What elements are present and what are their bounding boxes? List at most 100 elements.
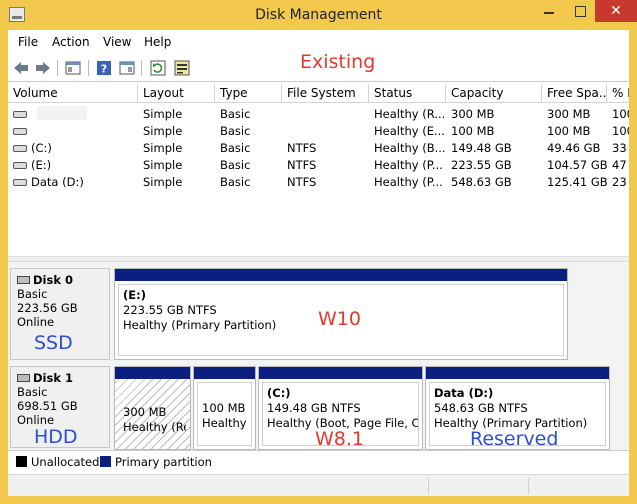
cell-type: Basic [220,175,251,189]
disk-type: Basic [17,287,48,301]
column-free-space[interactable]: Free Spa... [542,84,607,103]
cell-file-system: NTFS [287,158,317,172]
cell-status: Healthy (P... [374,158,443,172]
status-cell [528,478,529,494]
cell-free-space: 100 MB [547,124,591,138]
column-percent-free[interactable]: % F [607,84,629,103]
cell-free-space: 104.57 GB [547,158,607,172]
cell-capacity: 100 MB [451,124,495,138]
cell-status: Healthy (P... [374,175,443,189]
partition-bar [426,367,609,379]
column-status[interactable]: Status [369,84,446,103]
legend-unallocated: Unallocated [31,455,100,469]
column-layout[interactable]: Layout [138,84,215,103]
graphical-disk-view: Disk 0 Basic 223.56 GB Online SSD (E:) 2… [8,262,629,450]
annotation-hdd: HDD [34,426,78,448]
partition-body: 100 MB Healthy ( [197,382,252,446]
status-bar [8,474,629,496]
partition-bar [259,367,422,379]
column-type[interactable]: Type [215,84,282,103]
partition-title: Data (D:) [434,386,494,400]
cell-type: Basic [220,158,251,172]
toolbar-separator [88,60,89,76]
client-area: File Action View Help ? Existing Volume … [8,30,629,496]
disk-state: Online [17,315,55,329]
annotation-existing: Existing [300,51,376,73]
menu-file[interactable]: File [18,35,38,49]
toolbar-separator [57,60,58,76]
partition-bar [115,269,567,281]
annotation-w81: W8.1 [315,428,365,450]
legend-primary-partition: Primary partition [115,455,212,469]
cell-capacity: 149.48 GB [451,141,512,155]
disk-name: Disk 1 [33,371,73,385]
partition-size: 100 MB [202,401,246,415]
title-bar[interactable]: Disk Management ✕ [0,0,637,30]
close-button[interactable]: ✕ [595,0,637,22]
menu-help[interactable]: Help [144,35,171,49]
menu-action[interactable]: Action [52,35,90,49]
volume-list-header: Volume Layout Type File System Status Ca… [8,84,629,103]
cell-status: Healthy (E... [374,124,445,138]
back-arrow-icon[interactable] [12,59,30,77]
cell-layout: Simple [143,175,183,189]
disk-settings-icon[interactable] [173,59,191,77]
volume-icon [13,162,27,169]
table-row[interactable]: Simple Basic Healthy (E... 100 MB 100 MB… [8,123,629,140]
cell-status: Healthy (R... [374,107,446,121]
cell-layout: Simple [143,141,183,155]
disk-size: 223.56 GB [17,301,78,315]
cell-file-system: NTFS [287,141,317,155]
cell-free-space: 125.41 GB [547,175,607,189]
maximize-button[interactable] [566,0,594,22]
cell-type: Basic [220,107,251,121]
properties-pane-icon[interactable] [118,59,136,77]
partition-size: 300 MB [123,405,167,419]
cell-type: Basic [220,141,251,155]
show-hide-console-tree-icon[interactable] [64,59,82,77]
annotation-reserved: Reserved [470,428,559,450]
table-row[interactable]: Data (D:) Simple Basic NTFS Healthy (P..… [8,174,629,191]
partition-status: Healthy (Rec [123,420,186,434]
cell-percent-free: 100 [612,107,629,121]
cell-file-system: NTFS [287,175,317,189]
partition-efi[interactable]: 100 MB Healthy ( [193,366,256,450]
volume-list: Volume Layout Type File System Status Ca… [8,84,629,280]
cell-file-system [282,106,369,123]
column-capacity[interactable]: Capacity [446,84,542,103]
cell-type: Basic [220,124,251,138]
cell-volume: (E:) [8,157,138,174]
menu-view[interactable]: View [103,35,131,49]
annotation-ssd: SSD [34,332,73,354]
partition-size: 149.48 GB NTFS [267,401,361,415]
table-row[interactable]: (E:) Simple Basic NTFS Healthy (P... 223… [8,157,629,174]
cell-volume: Data (D:) [8,174,138,191]
toolbar: ? Existing [8,51,629,82]
cell-free-space: 300 MB [547,107,591,121]
primary-partition-swatch [100,456,111,467]
volume-name-placeholder [37,106,87,120]
minimize-button[interactable] [535,0,563,22]
help-icon[interactable]: ? [95,59,113,77]
annotation-w10: W10 [318,308,361,330]
partition-recovery[interactable]: 300 MB Healthy (Rec [114,366,191,450]
volume-icon [13,111,27,118]
column-file-system[interactable]: File System [282,84,369,103]
disk-type: Basic [17,385,48,399]
volume-icon [13,145,27,152]
table-row[interactable]: (C:) Simple Basic NTFS Healthy (B... 149… [8,140,629,157]
cell-percent-free: 23 [612,175,627,189]
cell-file-system [282,123,369,140]
cell-capacity: 548.63 GB [451,175,512,189]
legend-bar: Unallocated Primary partition [8,450,629,472]
svg-text:?: ? [101,63,107,76]
forward-arrow-icon[interactable] [34,59,52,77]
volume-icon [13,128,27,135]
partition-title: (C:) [267,386,291,400]
refresh-icon[interactable] [149,59,167,77]
partition-size: 548.63 GB NTFS [434,401,528,415]
cell-volume [8,123,138,140]
column-volume[interactable]: Volume [8,84,138,103]
cell-layout: Simple [143,107,183,121]
table-row[interactable]: Simple Basic Healthy (R... 300 MB 300 MB… [8,106,629,123]
